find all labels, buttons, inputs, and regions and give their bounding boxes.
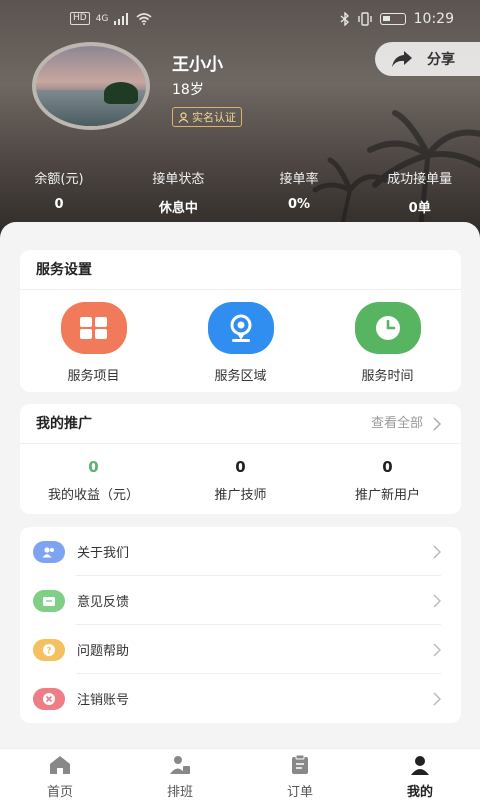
nav-orders[interactable]: 订单 [240, 749, 360, 800]
view-all-label: 查看全部 [370, 416, 423, 431]
clock-icon [354, 302, 421, 354]
home-icon [50, 756, 70, 774]
stat-label: 接单率 [279, 172, 319, 187]
schedule-icon [170, 756, 190, 774]
chevron-right-icon [433, 642, 441, 657]
menu-label: 注销账号 [77, 693, 130, 708]
avatar[interactable] [32, 42, 150, 130]
menu-item-feedback[interactable]: 意见反馈 [20, 576, 461, 625]
promo-earnings[interactable]: 0 我的收益（元） [20, 458, 167, 503]
stats-row: 余额(元) 0 接单状态 休息中 接单率 0% 成功接单量 0单 [0, 168, 480, 216]
menu-item-delete-account[interactable]: 注销账号 [20, 674, 461, 723]
stat-label: 接单状态 [152, 172, 205, 187]
promo-new-users[interactable]: 0 推广新用户 [314, 458, 461, 503]
promotion-card: 我的推广 查看全部 0 我的收益（元） 0 推广技师 0 推广新用户 [20, 404, 461, 514]
menu-label: 关于我们 [77, 546, 130, 561]
stat-balance[interactable]: 余额(元) 0 [0, 168, 118, 216]
stat-value: 0 [54, 197, 64, 212]
user-name: 王小小 [172, 55, 223, 75]
menu-item-about[interactable]: 关于我们 [20, 527, 461, 576]
share-label: 分享 [427, 52, 455, 68]
verified-badge: 实名认证 [172, 107, 242, 127]
service-items-button[interactable]: 服务项目 [20, 302, 167, 384]
signal-icon [114, 12, 129, 25]
chevron-right-icon [433, 691, 441, 706]
service-item-label: 服务时间 [361, 369, 414, 384]
profile-icon [411, 756, 429, 775]
cancel-icon [33, 687, 65, 710]
service-settings-title: 服务设置 [20, 250, 461, 290]
svg-text:?: ? [46, 646, 51, 656]
bluetooth-icon [340, 12, 349, 26]
network-label: 4G [95, 13, 109, 24]
chevron-right-icon [433, 593, 441, 608]
help-icon: ? [33, 638, 65, 661]
service-settings-card: 服务设置 服务项目 服务区域 服务时间 [20, 250, 461, 392]
main-content: 服务设置 服务项目 服务区域 服务时间 我的推广 查看全部 0 我的收益（元） … [0, 222, 480, 800]
stat-acceptance-rate: 接单率 0% [239, 168, 360, 216]
battery-icon [379, 13, 406, 25]
feedback-icon [33, 589, 65, 612]
nav-label: 订单 [286, 785, 313, 800]
promo-value: 0 [88, 458, 99, 476]
promo-value: 0 [235, 458, 246, 476]
menu-label: 问题帮助 [77, 644, 130, 659]
chevron-right-icon [433, 544, 441, 559]
share-arrow-icon [392, 51, 412, 67]
status-bar: HD 4G 10:29 [0, 8, 480, 34]
bottom-nav: 首页 排班 订单 我的 [0, 748, 480, 800]
view-all-link[interactable]: 查看全部 [371, 404, 441, 444]
stat-success-orders: 成功接单量 0单 [359, 168, 480, 216]
user-age: 18岁 [172, 82, 204, 98]
verified-user-icon [178, 111, 189, 123]
stat-label: 成功接单量 [387, 172, 453, 187]
promo-label: 推广技师 [214, 488, 267, 503]
nav-profile[interactable]: 我的 [360, 749, 480, 800]
status-time: 10:29 [413, 11, 454, 27]
stat-value: 休息中 [158, 201, 198, 216]
nav-schedule[interactable]: 排班 [120, 749, 240, 800]
stat-label: 余额(元) [34, 172, 84, 187]
verified-label: 实名认证 [192, 111, 236, 124]
service-item-label: 服务项目 [67, 369, 120, 384]
menu-label: 意见反馈 [77, 595, 130, 610]
grid-icon [60, 302, 127, 354]
promo-label: 我的收益（元） [47, 488, 139, 503]
promo-technicians[interactable]: 0 推广技师 [167, 458, 314, 503]
nav-label: 首页 [46, 785, 73, 800]
menu-item-help[interactable]: ? 问题帮助 [20, 625, 461, 674]
service-area-button[interactable]: 服务区域 [167, 302, 314, 384]
nav-label: 我的 [406, 785, 433, 800]
users-icon [33, 540, 65, 563]
service-item-label: 服务区域 [214, 369, 267, 384]
profile-header: HD 4G 10:29 王小小 18岁 实名认证 分享 余额(元) 0 接单状态 [0, 0, 480, 240]
nav-label: 排班 [166, 785, 193, 800]
menu-card: 关于我们 意见反馈 ? 问题帮助 注销账号 [20, 527, 461, 723]
promo-label: 推广新用户 [354, 488, 420, 503]
stat-order-status[interactable]: 接单状态 休息中 [118, 168, 239, 216]
stat-value: 0单 [408, 201, 431, 216]
service-time-button[interactable]: 服务时间 [314, 302, 461, 384]
vibrate-icon [357, 12, 372, 26]
chevron-right-icon [433, 417, 441, 431]
hd-badge: HD [70, 12, 90, 25]
location-pin-icon [207, 302, 274, 354]
share-button[interactable]: 分享 [375, 42, 480, 76]
stat-value: 0% [287, 197, 311, 212]
nav-home[interactable]: 首页 [0, 749, 120, 800]
wifi-icon [136, 12, 152, 25]
order-icon [292, 754, 308, 774]
promo-value: 0 [382, 458, 393, 476]
